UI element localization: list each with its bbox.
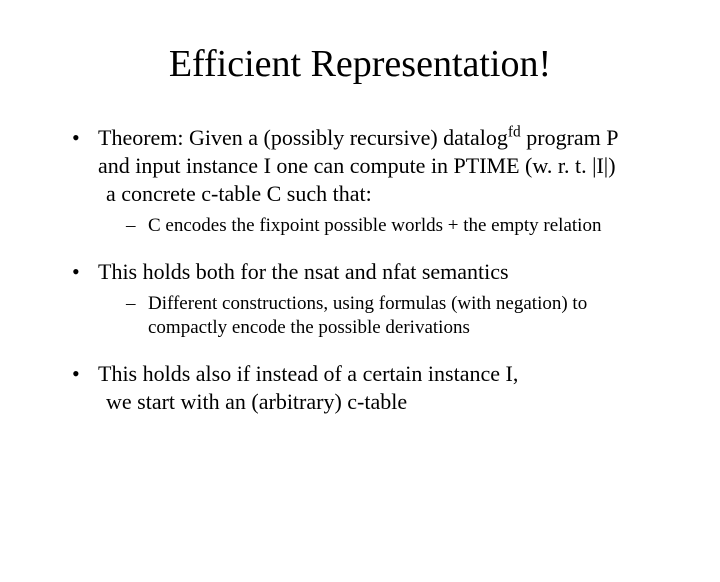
bullet-1-superscript: fd	[508, 124, 521, 141]
bullet-3-line2: we start with an (arbitrary) c-table	[98, 388, 660, 416]
sub-list-1: C encodes the fixpoint possible worlds +…	[126, 214, 660, 238]
bullet-1-line2: and input instance I one can compute in …	[98, 152, 660, 180]
slide-title: Efficient Representation!	[0, 42, 720, 86]
bullet-1-line1b: program P	[521, 125, 619, 150]
bullet-item-1: Theorem: Given a (possibly recursive) da…	[72, 124, 660, 238]
bullet-1-line3: a concrete c-table C such that:	[98, 180, 660, 208]
bullet-item-3: This holds also if instead of a certain …	[72, 360, 660, 416]
bullet-item-2: This holds both for the nsat and nfat se…	[72, 258, 660, 340]
bullet-3-line1: This holds also if instead of a certain …	[98, 361, 518, 386]
sub-item-2-1: Different constructions, using formulas …	[126, 292, 660, 340]
sub-item-1-1: C encodes the fixpoint possible worlds +…	[126, 214, 660, 238]
bullet-1-line1a: Theorem: Given a (possibly recursive) da…	[98, 125, 508, 150]
sub-list-2: Different constructions, using formulas …	[126, 292, 660, 340]
bullet-list: Theorem: Given a (possibly recursive) da…	[72, 124, 660, 416]
slide: Efficient Representation! Theorem: Given…	[0, 42, 720, 582]
slide-body: Theorem: Given a (possibly recursive) da…	[0, 124, 720, 416]
bullet-2-line1: This holds both for the nsat and nfat se…	[98, 259, 509, 284]
